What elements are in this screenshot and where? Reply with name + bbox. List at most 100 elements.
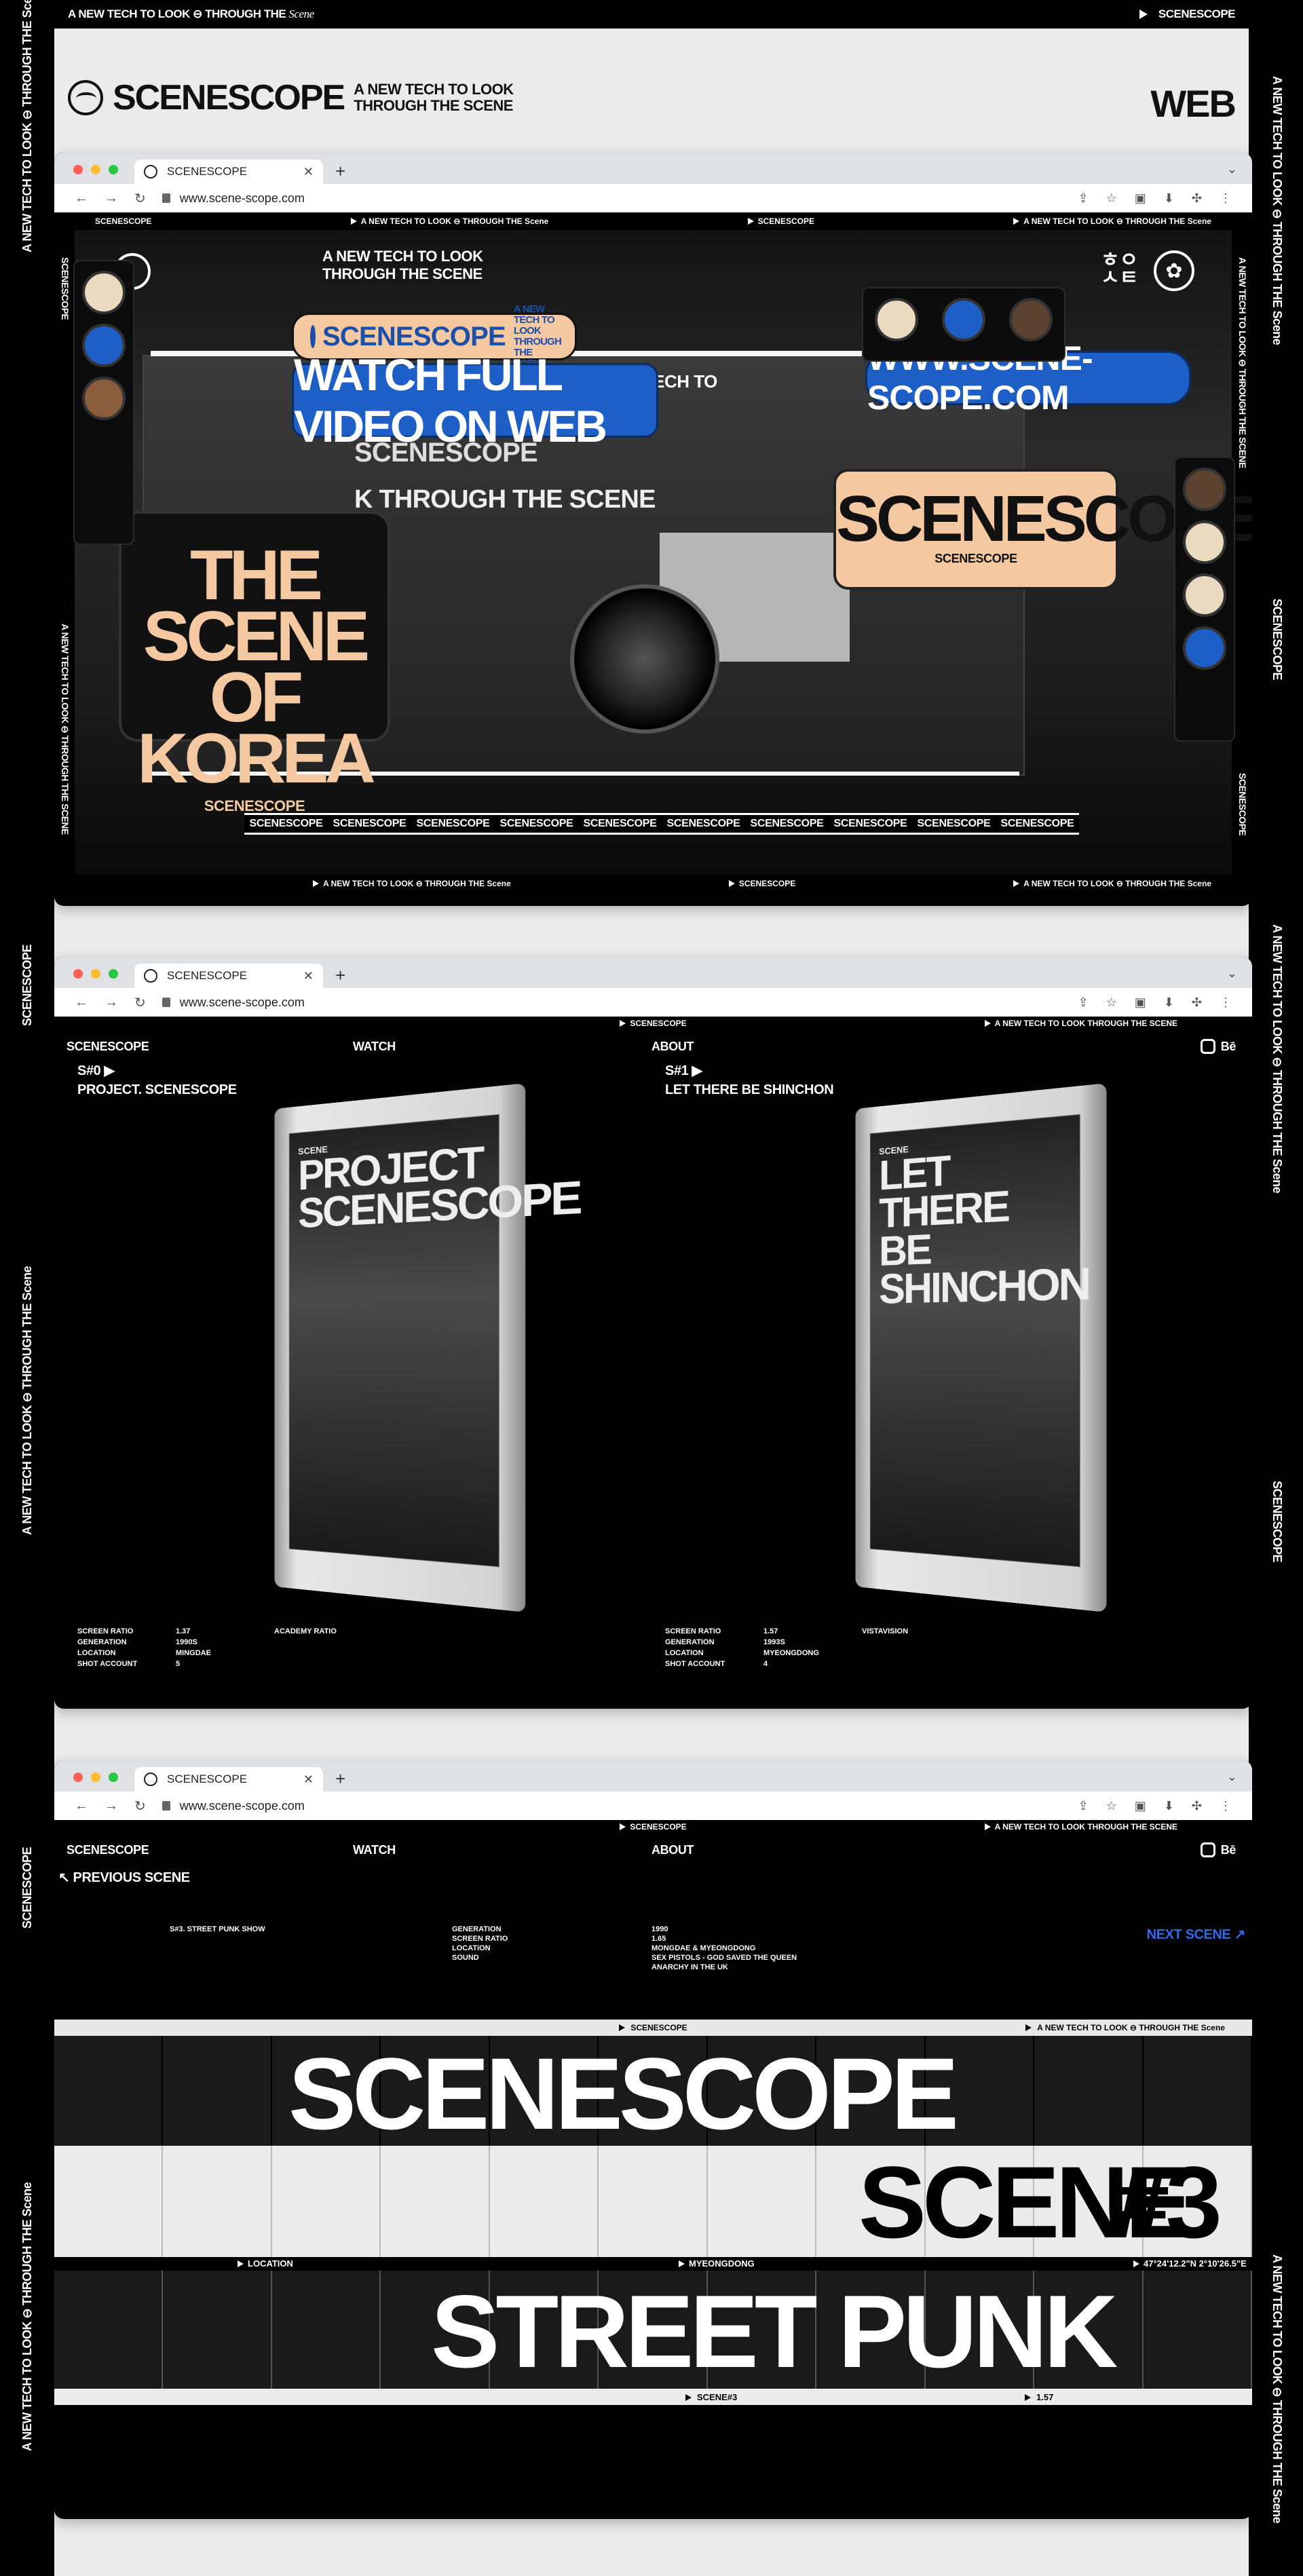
ticker-item: SCENESCOPE bbox=[583, 818, 657, 829]
right-rail-tagline-3: A NEW TECH TO LOOK ⊖ THROUGH THE Scene bbox=[1270, 2254, 1284, 2524]
ticker-item: SCENESCOPE bbox=[1000, 818, 1074, 829]
menu-icon[interactable]: ⋮ bbox=[1220, 1799, 1232, 1813]
nav-watch-link[interactable]: WATCH bbox=[353, 1040, 396, 1054]
maximize-window-button[interactable] bbox=[109, 165, 118, 174]
strip-right: A NEW TECH TO LOOK THROUGH THE SCENE bbox=[984, 1822, 1177, 1832]
hero-top-strip: SCENESCOPE A NEW TECH TO LOOK ⊖ THROUGH … bbox=[54, 212, 1252, 230]
close-tab-icon[interactable]: ✕ bbox=[303, 1773, 314, 1787]
share-icon[interactable]: ⇪ bbox=[1078, 996, 1089, 1010]
close-window-button[interactable] bbox=[73, 1773, 83, 1782]
reader-icon[interactable]: ▣ bbox=[1135, 1799, 1146, 1813]
nav-home-link[interactable]: SCENESCOPE bbox=[67, 1843, 149, 1857]
url-field[interactable]: www.scene-scope.com bbox=[162, 191, 305, 206]
spec-cell: GENERATION bbox=[77, 1638, 127, 1646]
previous-scene-link[interactable]: ↖ PREVIOUS SCENE bbox=[58, 1869, 190, 1886]
browser-tab[interactable]: SCENESCOPE ✕ bbox=[134, 1767, 323, 1792]
forward-arrow-icon[interactable]: → bbox=[105, 191, 118, 206]
address-bar: ← → ↻ www.scene-scope.com ⇪ ☆ ▣ ⬇ ✣ ⋮ bbox=[54, 184, 1252, 212]
nav-watch-link[interactable]: WATCH bbox=[353, 1843, 396, 1857]
menu-icon[interactable]: ⋮ bbox=[1220, 191, 1232, 206]
ticker-item: SCENESCOPE bbox=[416, 818, 490, 829]
reader-icon[interactable]: ▣ bbox=[1135, 191, 1146, 206]
extensions-icon[interactable]: ✣ bbox=[1192, 1799, 1202, 1813]
extensions-icon[interactable]: ✣ bbox=[1192, 996, 1202, 1010]
download-icon[interactable]: ⬇ bbox=[1164, 996, 1174, 1010]
download-icon[interactable]: ⬇ bbox=[1164, 191, 1174, 206]
next-scene-link[interactable]: NEXT SCENE ↗ bbox=[1147, 1926, 1246, 1943]
tab-list-chevron-icon[interactable]: ⌄ bbox=[1227, 1770, 1237, 1784]
instagram-icon[interactable] bbox=[1200, 1842, 1215, 1857]
dvd-case-scene-1[interactable]: SCENE LET THERE BE SHINCHON bbox=[855, 1083, 1107, 1612]
browser-window-home: SCENESCOPE ✕ + ⌄ ← → ↻ www.scene-scope.co… bbox=[54, 153, 1252, 906]
brand-logo: SCENESCOPE A NEW TECH TO LOOK THROUGH THE… bbox=[68, 77, 514, 118]
right-rail-tagline-2: A NEW TECH TO LOOK ⊖ THROUGH THE Scene bbox=[1270, 924, 1284, 1194]
url-field[interactable]: www.scene-scope.com bbox=[162, 996, 305, 1010]
maximize-window-button[interactable] bbox=[109, 969, 118, 979]
tab-list-chevron-icon[interactable]: ⌄ bbox=[1227, 162, 1237, 176]
back-arrow-icon[interactable]: ← bbox=[75, 1798, 88, 1814]
spec-cell: 1.57 bbox=[763, 1627, 778, 1635]
strip-center: SCENESCOPE bbox=[620, 1822, 687, 1832]
scene-1-specs: SCREEN RATIO 1.57 VISTAVISION GENERATION 199… bbox=[665, 1626, 943, 1669]
new-tab-button[interactable]: + bbox=[335, 161, 345, 182]
star-icon[interactable]: ☆ bbox=[1106, 1799, 1117, 1813]
scene-value: 1.65 bbox=[652, 1935, 666, 1943]
close-tab-icon[interactable]: ✕ bbox=[303, 165, 314, 179]
minimize-window-button[interactable] bbox=[91, 1773, 100, 1782]
maximize-window-button[interactable] bbox=[109, 1773, 118, 1782]
back-arrow-icon[interactable]: ← bbox=[75, 191, 88, 206]
tab-list-chevron-icon[interactable]: ⌄ bbox=[1227, 966, 1237, 981]
scene-1-heading[interactable]: S#1 ▶ LET THERE BE SHINCHON bbox=[665, 1061, 834, 1099]
nav-about-link[interactable]: ABOUT bbox=[652, 1040, 694, 1054]
browser-tab[interactable]: SCENESCOPE ✕ bbox=[134, 159, 323, 184]
dvd-case-scene-0[interactable]: SCENE PROJECT SCENESCOPE bbox=[274, 1083, 580, 1612]
forward-arrow-icon[interactable]: → bbox=[105, 995, 118, 1010]
left-rail-tagline-3: A NEW TECH TO LOOK ⊖ THROUGH THE Scene bbox=[20, 2182, 34, 2451]
scene-0-heading[interactable]: S#0 ▶ PROJECT. SCENESCOPE bbox=[77, 1061, 237, 1099]
reload-icon[interactable]: ↻ bbox=[134, 1798, 146, 1815]
watch-video-button[interactable]: WATCH FULL VIDEO ON WEB bbox=[292, 349, 658, 451]
extensions-icon[interactable]: ✣ bbox=[1192, 191, 1202, 206]
url-field[interactable]: www.scene-scope.com bbox=[162, 1799, 305, 1813]
bottom-strip-item-2: SCENESCOPE bbox=[728, 879, 795, 888]
scenescope-card: SCENESCOPE SCENESCOPE bbox=[833, 469, 1252, 590]
korea-card: THE SCENE OF KOREA SCENESCOPE bbox=[119, 511, 390, 814]
forward-arrow-icon[interactable]: → bbox=[105, 1798, 118, 1814]
band-scene-number: SCENE #3 bbox=[54, 2146, 1252, 2257]
behance-icon[interactable]: Bē bbox=[1221, 1843, 1236, 1857]
instagram-icon[interactable] bbox=[1200, 1039, 1215, 1054]
reload-icon[interactable]: ↻ bbox=[134, 190, 146, 207]
spec-cell: SCREEN RATIO bbox=[77, 1627, 134, 1635]
nav-about-link[interactable]: ABOUT bbox=[652, 1843, 694, 1857]
ticker-item: SCENESCOPE bbox=[333, 818, 407, 829]
browser-tab[interactable]: SCENESCOPE ✕ bbox=[134, 964, 323, 988]
share-icon[interactable]: ⇪ bbox=[1078, 191, 1089, 206]
minimize-window-button[interactable] bbox=[91, 165, 100, 174]
reload-icon[interactable]: ↻ bbox=[134, 994, 146, 1011]
bottom-strip-item-3: A NEW TECH TO LOOK ⊖ THROUGH THE Scene bbox=[1013, 879, 1211, 888]
new-tab-button[interactable]: + bbox=[335, 965, 345, 986]
browser-toolbar: ⇪ ☆ ▣ ⬇ ✣ ⋮ bbox=[1078, 1799, 1232, 1813]
ticker-item: SCENESCOPE bbox=[833, 818, 907, 829]
star-icon[interactable]: ☆ bbox=[1106, 996, 1117, 1010]
behance-icon[interactable]: Bē bbox=[1221, 1040, 1236, 1054]
close-window-button[interactable] bbox=[73, 165, 83, 174]
scene-id: S#3. STREET PUNK SHOW bbox=[170, 1925, 265, 1933]
close-tab-icon[interactable]: ✕ bbox=[303, 969, 314, 983]
nav-home-link[interactable]: SCENESCOPE bbox=[67, 1040, 149, 1054]
browser-toolbar: ⇪ ☆ ▣ ⬇ ✣ ⋮ bbox=[1078, 191, 1232, 206]
share-icon[interactable]: ⇪ bbox=[1078, 1799, 1089, 1813]
close-window-button[interactable] bbox=[73, 969, 83, 979]
new-tab-button[interactable]: + bbox=[335, 1768, 345, 1789]
window-controls bbox=[73, 969, 118, 979]
flower-menu-icon[interactable]: ✿ bbox=[1154, 250, 1194, 291]
scene-field: LOCATION bbox=[452, 1944, 491, 1952]
star-icon[interactable]: ☆ bbox=[1106, 191, 1117, 206]
menu-icon[interactable]: ⋮ bbox=[1220, 996, 1232, 1010]
download-icon[interactable]: ⬇ bbox=[1164, 1799, 1174, 1813]
minimize-window-button[interactable] bbox=[91, 969, 100, 979]
reader-icon[interactable]: ▣ bbox=[1135, 996, 1146, 1010]
spec-cell bbox=[274, 1637, 356, 1648]
top-bar: A NEW TECH TO LOOK ⊖ THROUGH THE Scene S… bbox=[0, 0, 1303, 29]
back-arrow-icon[interactable]: ← bbox=[75, 995, 88, 1010]
